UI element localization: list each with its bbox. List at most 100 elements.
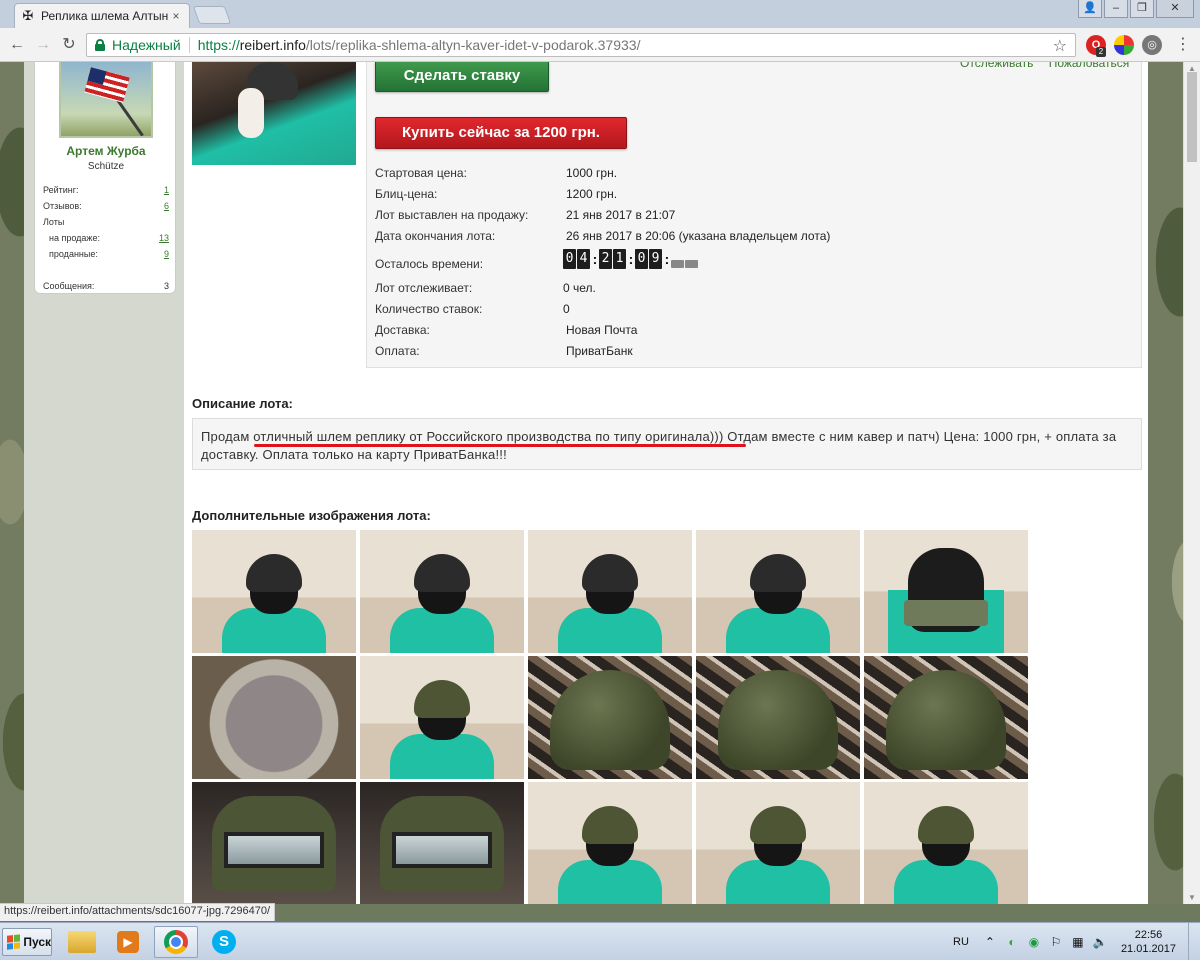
lock-icon — [95, 39, 105, 51]
gallery-thumbnail[interactable] — [192, 782, 356, 904]
gallery-thumbnail[interactable] — [696, 530, 860, 653]
status-bar-url: https://reibert.info/attachments/sdc1607… — [0, 903, 276, 921]
tray-green-icon[interactable]: ◐ — [1004, 934, 1020, 950]
new-tab-button[interactable] — [192, 6, 232, 24]
system-clock[interactable]: 22:56 21.01.2017 — [1121, 928, 1176, 956]
clock-date: 21.01.2017 — [1120, 943, 1176, 955]
gallery-thumbnail[interactable] — [192, 656, 356, 779]
browser-toolbar: ← → ↻ Надежный https:// reibert.info /lo… — [0, 28, 1200, 62]
seller-stat-row: Лоты — [43, 214, 169, 230]
url-path: /lots/replika-shlema-altyn-kaver-idet-v-… — [305, 37, 641, 53]
gallery-thumbnail[interactable] — [360, 656, 524, 779]
back-arrow-icon[interactable]: ← — [6, 34, 28, 56]
extension-circle-icon[interactable]: ◎ — [1142, 35, 1162, 55]
file-explorer-icon[interactable] — [60, 926, 104, 958]
show-desktop-button[interactable] — [1188, 923, 1200, 960]
lot-field-label: Дата окончания лота: — [375, 229, 496, 243]
lot-field-value: 0 — [563, 302, 570, 316]
reload-icon[interactable]: ↻ — [58, 34, 80, 56]
menu-kebab-icon[interactable]: ⋮ — [1172, 34, 1194, 56]
extension-puzzle-icon[interactable] — [1114, 35, 1134, 55]
tab-title: Реплика шлема Алтын!! — [41, 9, 169, 23]
seller-stat-value[interactable]: 9 — [164, 249, 169, 259]
report-link[interactable]: Пожаловаться — [1049, 62, 1130, 70]
seller-stat-row: проданные: 9 — [43, 246, 169, 262]
tab-close-icon[interactable]: × — [169, 9, 183, 23]
timer-digit: 2 — [599, 249, 612, 269]
language-indicator[interactable]: RU — [953, 936, 969, 948]
lot-main-image[interactable] — [192, 62, 356, 165]
address-bar[interactable]: Надежный https:// reibert.info /lots/rep… — [86, 33, 1076, 57]
hand-shape — [238, 88, 264, 138]
action-center-flag-icon[interactable]: ⚐ — [1048, 934, 1064, 950]
gallery-thumbnail[interactable] — [864, 530, 1028, 653]
seller-stat-row: Рейтинг: 1 — [43, 182, 169, 198]
profile-icon[interactable]: 👤 — [1078, 0, 1102, 18]
timer-digit-seconds — [671, 260, 684, 268]
network-icon[interactable]: ▦ — [1070, 934, 1086, 950]
watch-link[interactable]: Отслеживать — [960, 62, 1033, 70]
gallery-thumbnail[interactable] — [360, 782, 524, 904]
lot-field-label: Количество ставок: — [375, 302, 483, 316]
seller-stat-value[interactable]: 1 — [164, 185, 169, 195]
skype-icon[interactable]: S — [202, 926, 246, 958]
tray-expand-icon[interactable]: ⌃ — [982, 934, 998, 950]
start-button[interactable]: Пуск — [2, 928, 52, 956]
gallery-thumbnail[interactable] — [864, 656, 1028, 779]
vertical-scrollbar[interactable]: ▲ ▼ — [1183, 62, 1200, 904]
gallery-thumbnail[interactable] — [192, 530, 356, 653]
seller-stat-value[interactable]: 6 — [164, 201, 169, 211]
seller-stat-label: на продаже: — [49, 233, 100, 243]
description-heading: Описание лота: — [192, 396, 293, 411]
minimize-button[interactable]: – — [1104, 0, 1128, 18]
timer-digit: 0 — [635, 249, 648, 269]
flag-image — [84, 67, 130, 103]
gallery-thumbnail[interactable] — [528, 530, 692, 653]
lot-field-value: ПриватБанк — [566, 344, 633, 358]
secure-label: Надежный — [112, 37, 181, 53]
gallery-thumbnail[interactable] — [528, 656, 692, 779]
gallery-thumbnail[interactable] — [864, 782, 1028, 904]
seller-rank: Schütze — [87, 161, 125, 172]
buy-now-button[interactable]: Купить сейчас за 1200 грн. — [375, 117, 627, 149]
seller-stat-value[interactable]: 13 — [159, 233, 169, 243]
gallery-thumbnail[interactable] — [696, 656, 860, 779]
seller-stat-label: Рейтинг: — [43, 185, 79, 195]
gallery-thumbnail[interactable] — [528, 782, 692, 904]
place-bid-button[interactable]: Сделать ставку — [375, 62, 549, 92]
media-player-icon[interactable]: ▶ — [106, 926, 150, 958]
start-label: Пуск — [23, 935, 51, 949]
lot-field-label: Стартовая цена: — [375, 166, 467, 180]
seller-stat-row: на продаже: 13 — [43, 230, 169, 246]
system-tray: RU ⌃ ◐ ◉ ⚐ ▦ 🔈 22:56 21.01.2017 — [953, 923, 1200, 960]
lot-field-value: 0 чел. — [563, 281, 596, 295]
browser-tab-active[interactable]: ✠ Реплика шлема Алтын!! × — [14, 3, 190, 28]
url-protocol: https:// — [197, 37, 240, 53]
seller-stat-row — [43, 262, 169, 278]
tray-circle-icon[interactable]: ◉ — [1026, 934, 1042, 950]
url-separator — [188, 37, 190, 53]
timer-colon: : — [592, 251, 598, 267]
volume-icon[interactable]: 🔈 — [1092, 934, 1108, 950]
gallery-heading: Дополнительные изображения лота: — [192, 508, 431, 523]
scrollbar-thumb[interactable] — [1187, 72, 1197, 162]
lot-field-label: Осталось времени: — [375, 257, 484, 271]
scroll-down-icon[interactable]: ▼ — [1188, 893, 1196, 902]
chrome-taskbar-icon[interactable] — [154, 926, 198, 958]
url-host: reibert.info — [239, 37, 306, 53]
clock-time: 22:56 — [1134, 929, 1163, 941]
forward-arrow-icon[interactable]: → — [32, 34, 54, 56]
gallery-thumbnail[interactable] — [360, 530, 524, 653]
lot-field-value: 21 янв 2017 в 21:07 — [566, 208, 676, 222]
seller-stat-row: Отзывов: 6 — [43, 198, 169, 214]
tab-strip: ✠ Реплика шлема Алтын!! × 👤 – ❐ ✕ — [0, 0, 1200, 28]
gallery-thumbnail[interactable] — [696, 782, 860, 904]
seller-avatar[interactable] — [59, 62, 153, 138]
seller-card: Артем Журба Schütze Рейтинг: 1 Отзывов: 6 Ло… — [34, 62, 176, 294]
lot-action-links: Отслеживать Пожаловаться — [960, 62, 1141, 70]
restore-button[interactable]: ❐ — [1130, 0, 1154, 18]
seller-name[interactable]: Артем Журба — [35, 144, 177, 158]
window-close-button[interactable]: ✕ — [1156, 0, 1194, 18]
timer-digit: 0 — [563, 249, 576, 269]
bookmark-star-icon[interactable]: ☆ — [1053, 36, 1067, 56]
